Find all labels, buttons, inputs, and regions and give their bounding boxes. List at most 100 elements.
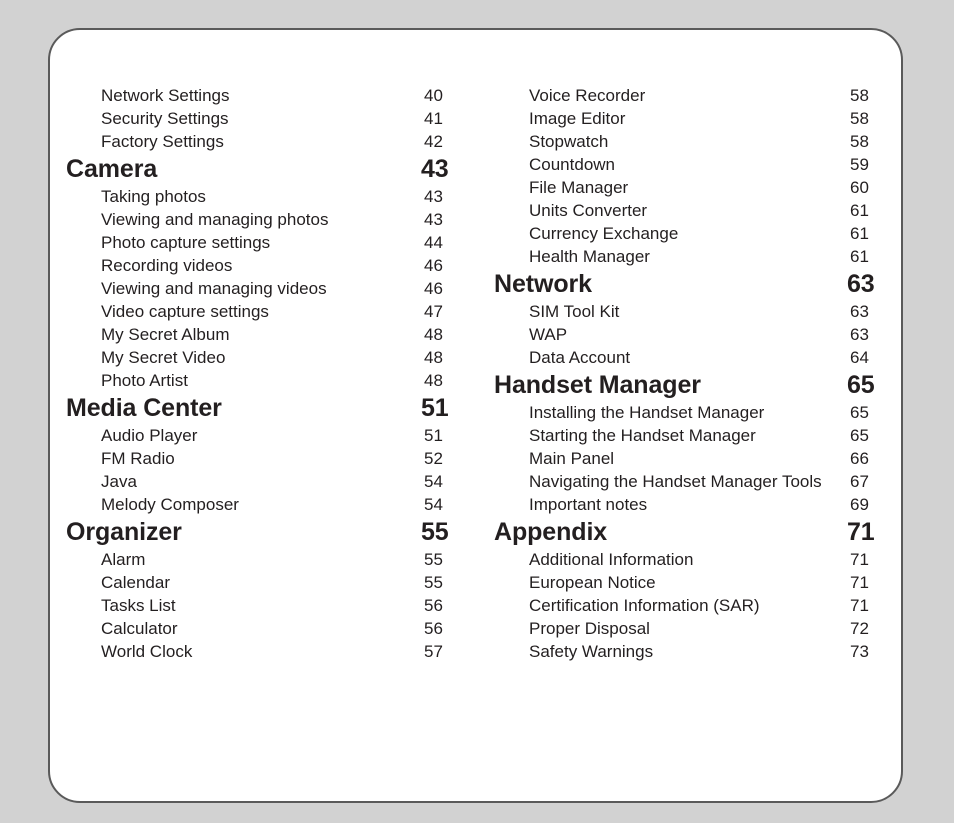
toc-heading-row[interactable]: Media Center 51 <box>64 392 464 424</box>
toc-subentry-row[interactable]: WAP 63 <box>492 323 892 346</box>
toc-heading-page-number: 65 <box>847 371 875 399</box>
toc-subentry-label: Voice Recorder <box>529 86 646 105</box>
toc-subentry-row[interactable]: Photo capture settings 44 <box>64 231 464 254</box>
toc-subentry-page-number: 55 <box>424 550 443 569</box>
toc-subentry-page-number: 46 <box>424 256 443 275</box>
toc-heading-row[interactable]: Network 63 <box>492 268 892 300</box>
toc-subentry-row[interactable]: Main Panel 66 <box>492 447 892 470</box>
toc-subentry-row[interactable]: Photo Artist 48 <box>64 369 464 392</box>
toc-subentry-label: File Manager <box>529 178 629 197</box>
toc-subentry-label: Tasks List <box>101 596 176 615</box>
toc-subentry-row[interactable]: Installing the Handset Manager 65 <box>492 401 892 424</box>
toc-subentry-row[interactable]: SIM Tool Kit 63 <box>492 300 892 323</box>
toc-subentry-label: Starting the Handset Manager <box>529 426 756 445</box>
toc-subentry-row[interactable]: Units Converter 61 <box>492 199 892 222</box>
toc-subentry-row[interactable]: Health Manager 61 <box>492 245 892 268</box>
toc-subentry-label: Installing the Handset Manager <box>529 403 765 422</box>
toc-heading-label: Network <box>494 270 592 298</box>
toc-subentry-page-number: 47 <box>424 302 443 321</box>
toc-subentry-row[interactable]: Certification Information (SAR) 71 <box>492 594 892 617</box>
toc-heading-row[interactable]: Camera 43 <box>64 153 464 185</box>
toc-subentry-page-number: 40 <box>424 86 443 105</box>
toc-subentry-label: Viewing and managing videos <box>101 279 327 298</box>
toc-subentry-row[interactable]: Image Editor 58 <box>492 107 892 130</box>
toc-subentry-page-number: 51 <box>424 426 443 445</box>
toc-subentry-row[interactable]: European Notice 71 <box>492 571 892 594</box>
toc-heading-row[interactable]: Appendix 71 <box>492 516 892 548</box>
toc-subentry-label: Certification Information (SAR) <box>529 596 760 615</box>
toc-subentry-page-number: 71 <box>850 550 869 569</box>
toc-heading-page-number: 63 <box>847 270 875 298</box>
toc-subentry-row[interactable]: Calculator 56 <box>64 617 464 640</box>
toc-subentry-row[interactable]: Additional Information 71 <box>492 548 892 571</box>
toc-subentry-page-number: 60 <box>850 178 869 197</box>
toc-subentry-row[interactable]: World Clock 57 <box>64 640 464 663</box>
toc-subentry-page-number: 57 <box>424 642 443 661</box>
toc-subentry-page-number: 73 <box>850 642 869 661</box>
toc-heading-row[interactable]: Handset Manager 65 <box>492 369 892 401</box>
toc-heading-row[interactable]: Organizer 55 <box>64 516 464 548</box>
toc-subentry-label: Photo Artist <box>101 371 188 390</box>
toc-subentry-page-number: 67 <box>850 472 869 491</box>
toc-subentry-row[interactable]: Data Account 64 <box>492 346 892 369</box>
toc-heading-page-number: 51 <box>421 394 449 422</box>
toc-subentry-row[interactable]: Safety Warnings 73 <box>492 640 892 663</box>
toc-subentry-label: Stopwatch <box>529 132 609 151</box>
toc-subentry-page-number: 55 <box>424 573 443 592</box>
toc-subentry-label: Network Settings <box>101 86 230 105</box>
toc-subentry-row[interactable]: Stopwatch 58 <box>492 130 892 153</box>
table-of-contents: Network Settings 40 Security Settings 41 Fac… <box>50 30 901 801</box>
toc-subentry-row[interactable]: Taking photos 43 <box>64 185 464 208</box>
toc-heading-label: Appendix <box>494 518 608 546</box>
toc-subentry-page-number: 71 <box>850 573 869 592</box>
toc-subentry-row[interactable]: Starting the Handset Manager 65 <box>492 424 892 447</box>
toc-subentry-row[interactable]: Security Settings 41 <box>64 107 464 130</box>
toc-subentry-label: SIM Tool Kit <box>529 302 620 321</box>
toc-subentry-label: My Secret Album <box>101 325 230 344</box>
toc-subentry-page-number: 41 <box>424 109 443 128</box>
toc-subentry-page-number: 72 <box>850 619 869 638</box>
toc-subentry-label: My Secret Video <box>101 348 226 367</box>
toc-subentry-row[interactable]: Voice Recorder 58 <box>492 84 892 107</box>
toc-subentry-label: Safety Warnings <box>529 642 654 661</box>
toc-subentry-row[interactable]: Video capture settings 47 <box>64 300 464 323</box>
toc-subentry-page-number: 54 <box>424 495 443 514</box>
toc-subentry-page-number: 54 <box>424 472 443 491</box>
toc-subentry-row[interactable]: Network Settings 40 <box>64 84 464 107</box>
toc-heading-page-number: 55 <box>421 518 449 546</box>
toc-subentry-label: Recording videos <box>101 256 233 275</box>
toc-subentry-page-number: 56 <box>424 619 443 638</box>
toc-subentry-row[interactable]: My Secret Album 48 <box>64 323 464 346</box>
toc-subentry-row[interactable]: Factory Settings 42 <box>64 130 464 153</box>
toc-subentry-label: Viewing and managing photos <box>101 210 329 229</box>
toc-subentry-row[interactable]: Alarm 55 <box>64 548 464 571</box>
toc-subentry-row[interactable]: Viewing and managing photos 43 <box>64 208 464 231</box>
toc-right-column: Voice Recorder 58 Image Editor 58 Stopwatch 5… <box>492 84 892 663</box>
toc-subentry-row[interactable]: Important notes 69 <box>492 493 892 516</box>
toc-subentry-page-number: 58 <box>850 132 869 151</box>
toc-subentry-row[interactable]: Currency Exchange 61 <box>492 222 892 245</box>
toc-subentry-row[interactable]: Audio Player 51 <box>64 424 464 447</box>
toc-subentry-page-number: 48 <box>424 325 443 344</box>
toc-subentry-page-number: 63 <box>850 325 869 344</box>
toc-heading-label: Camera <box>66 155 158 183</box>
toc-subentry-row[interactable]: Melody Composer 54 <box>64 493 464 516</box>
toc-subentry-row[interactable]: Calendar 55 <box>64 571 464 594</box>
toc-subentry-row[interactable]: Navigating the Handset Manager Tools 67 <box>492 470 892 493</box>
toc-subentry-row[interactable]: Viewing and managing videos 46 <box>64 277 464 300</box>
toc-subentry-page-number: 58 <box>850 86 869 105</box>
toc-subentry-label: Audio Player <box>101 426 198 445</box>
toc-heading-page-number: 43 <box>421 155 449 183</box>
toc-subentry-row[interactable]: Java 54 <box>64 470 464 493</box>
toc-subentry-row[interactable]: Recording videos 46 <box>64 254 464 277</box>
toc-subentry-page-number: 65 <box>850 426 869 445</box>
toc-subentry-row[interactable]: Countdown 59 <box>492 153 892 176</box>
toc-subentry-row[interactable]: FM Radio 52 <box>64 447 464 470</box>
toc-heading-page-number: 71 <box>847 518 875 546</box>
toc-subentry-label: Important notes <box>529 495 648 514</box>
toc-subentry-page-number: 46 <box>424 279 443 298</box>
toc-subentry-row[interactable]: Proper Disposal 72 <box>492 617 892 640</box>
toc-subentry-row[interactable]: Tasks List 56 <box>64 594 464 617</box>
toc-subentry-row[interactable]: My Secret Video 48 <box>64 346 464 369</box>
toc-subentry-row[interactable]: File Manager 60 <box>492 176 892 199</box>
